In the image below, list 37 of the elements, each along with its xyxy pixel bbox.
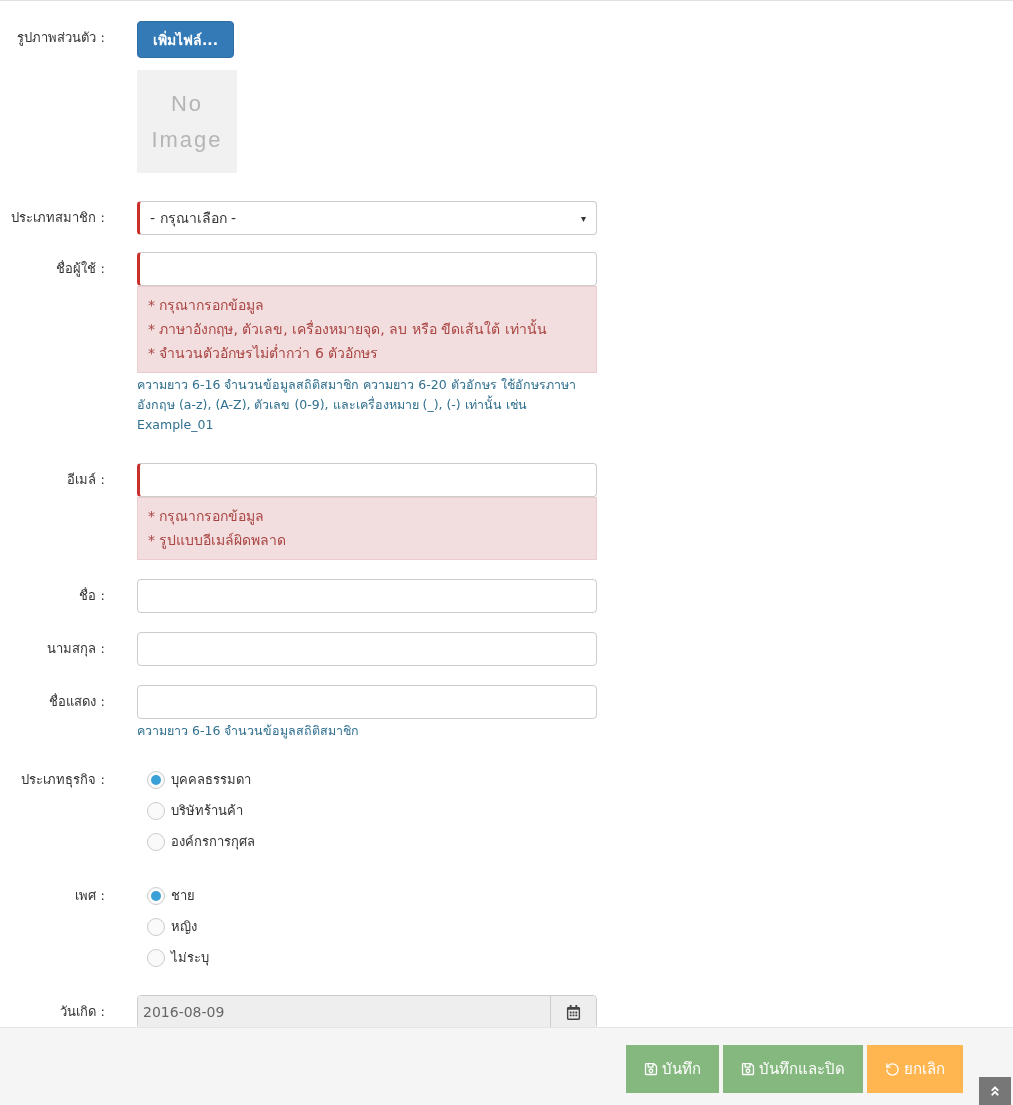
field-label: ชื่อผู้ใช้ : [55,259,105,279]
undo-icon [885,1061,900,1077]
member-type-select[interactable]: - กรุณาเลือก - ▾ [137,201,597,235]
save-icon [644,1062,658,1076]
error-message: * กรุณากรอกข้อมูล [148,507,266,527]
radio-option[interactable]: ชาย [137,880,597,911]
radio-option[interactable]: บุคคลธรรมดา [137,764,597,795]
error-message: * ภาษาอังกฤษ, ตัวเลข, เครื่องหมายจุด, ลบ หรือ ขีดเส้นใต้ เท่านั้น [148,318,548,340]
radio-option[interactable]: หญิง [137,911,597,942]
field-label: ชื่อ : [78,586,105,605]
field-label: ชื่อแสดง : [48,692,105,711]
help-text: ความยาว 6-16 จำนวนข้อมูลสถิติสมาชิก [137,722,361,741]
field-label: วันเกิด : [59,1003,105,1021]
radio-option[interactable]: องค์กรการกุศล [137,826,597,857]
radio-option[interactable]: ไม่ระบุ [137,942,597,973]
field-label: ประเภทสมาชิก : [10,209,105,227]
save-icon [741,1062,755,1076]
scroll-top-button[interactable] [979,1077,1011,1105]
input-field[interactable] [137,632,597,666]
input-field[interactable] [137,685,597,719]
error-message: * กรุณากรอกข้อมูล [148,296,266,316]
add-file-button[interactable]: เพิ่มไฟล์... [137,21,234,58]
no-image-text: No Image [150,89,224,154]
field-label: ประเภทธุรกิจ : [20,771,105,790]
field-label: เพศ : [74,887,105,905]
error-message: * รูปแบบอีเมล์ผิดพลาด [148,531,288,551]
error-message: * จำนวนตัวอักษรไม่ต่ำกว่า 6 ตัวอักษร [148,343,380,363]
caret-icon: ▾ [580,212,586,224]
input-field[interactable] [137,463,597,497]
input-field[interactable] [137,579,597,613]
double-chevron-icon [989,1085,1001,1097]
field-label: นามสกุล : [46,640,105,659]
field-label: รูปภาพส่วนตัว : [16,29,105,48]
help-text: ความยาว 6-16 จำนวนข้อมูลสถิติสมาชิก ความยาว 6-20 ตัวอักษร ใช้อักษรภาษาอังกฤษ (a-z), (A-Z), ตัวเลข (0-9), และเครื่องหมาย (_), (-) เท่านั้น เช่น Example_01 [137,376,577,434]
field-label: อีเมล์ : [66,471,105,489]
input-field[interactable] [137,252,597,286]
radio-option[interactable]: บริษัทร้านค้า [137,795,597,826]
